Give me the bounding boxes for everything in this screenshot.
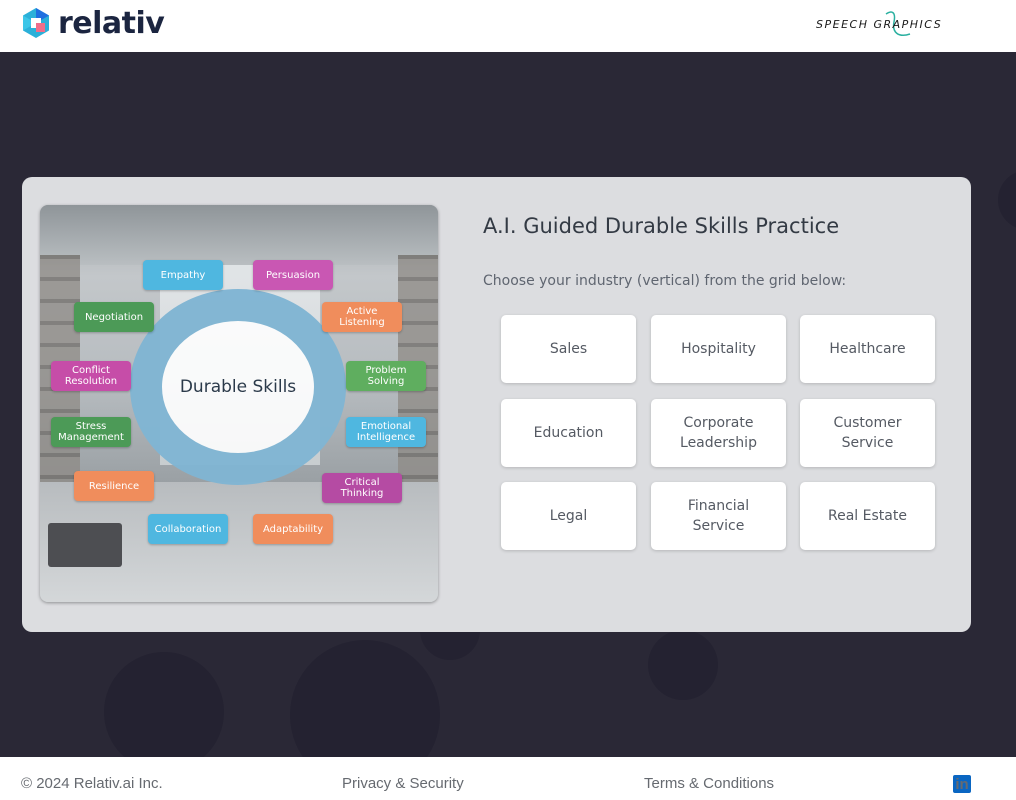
industry-tile-corporate-leadership[interactable]: Corporate Leadership <box>651 399 786 467</box>
brand-name: relativ <box>58 5 165 41</box>
industry-tile-sales[interactable]: Sales <box>501 315 636 383</box>
relativ-logo-icon <box>23 8 49 38</box>
skill-tag: Persuasion <box>253 260 333 290</box>
linkedin-icon[interactable]: in <box>953 775 971 793</box>
copyright-text: © 2024 Relativ.ai Inc. <box>21 775 163 792</box>
bg-circle <box>104 652 224 772</box>
skill-tag: Adaptability <box>253 514 333 544</box>
bg-circle <box>648 630 718 700</box>
industry-tile-legal[interactable]: Legal <box>501 482 636 550</box>
page-subtitle: Choose your industry (vertical) from the… <box>483 273 847 289</box>
skill-tag: Active Listening <box>322 302 402 332</box>
industry-tile-education[interactable]: Education <box>501 399 636 467</box>
ring-center-label: Durable Skills <box>179 377 297 397</box>
industry-tile-healthcare[interactable]: Healthcare <box>800 315 935 383</box>
skill-tag: Stress Management <box>51 417 131 447</box>
industry-tile-hospitality[interactable]: Hospitality <box>651 315 786 383</box>
skill-tag: Negotiation <box>74 302 154 332</box>
skill-tag: Collaboration <box>148 514 228 544</box>
partner-logo-text: SPEECH GRAPHICS <box>816 18 942 31</box>
relativ-logo[interactable]: relativ <box>20 5 165 41</box>
skill-tag: Emotional Intelligence <box>346 417 426 447</box>
practice-card: Durable Skills Empathy Persuasion Negoti… <box>22 177 971 632</box>
site-footer: © 2024 Relativ.ai Inc. Privacy & Securit… <box>0 757 1016 800</box>
skill-tag: Empathy <box>143 260 223 290</box>
page-title: A.I. Guided Durable Skills Practice <box>483 214 840 238</box>
bg-circle <box>998 170 1016 230</box>
skill-tag: Critical Thinking <box>322 473 402 503</box>
skill-tag: Conflict Resolution <box>51 361 131 391</box>
durable-skills-image: Durable Skills Empathy Persuasion Negoti… <box>40 205 438 602</box>
skill-tag: Resilience <box>74 471 154 501</box>
speech-graphics-logo: SPEECH GRAPHICS <box>816 11 942 36</box>
skill-tag: Problem Solving <box>346 361 426 391</box>
industry-tile-real-estate[interactable]: Real Estate <box>800 482 935 550</box>
site-header: relativ SPEECH GRAPHICS <box>0 0 1016 52</box>
terms-link[interactable]: Terms & Conditions <box>644 775 774 792</box>
industry-tile-financial-service[interactable]: Financial Service <box>651 482 786 550</box>
privacy-link[interactable]: Privacy & Security <box>342 775 464 792</box>
industry-tile-customer-service[interactable]: Customer Service <box>800 399 935 467</box>
